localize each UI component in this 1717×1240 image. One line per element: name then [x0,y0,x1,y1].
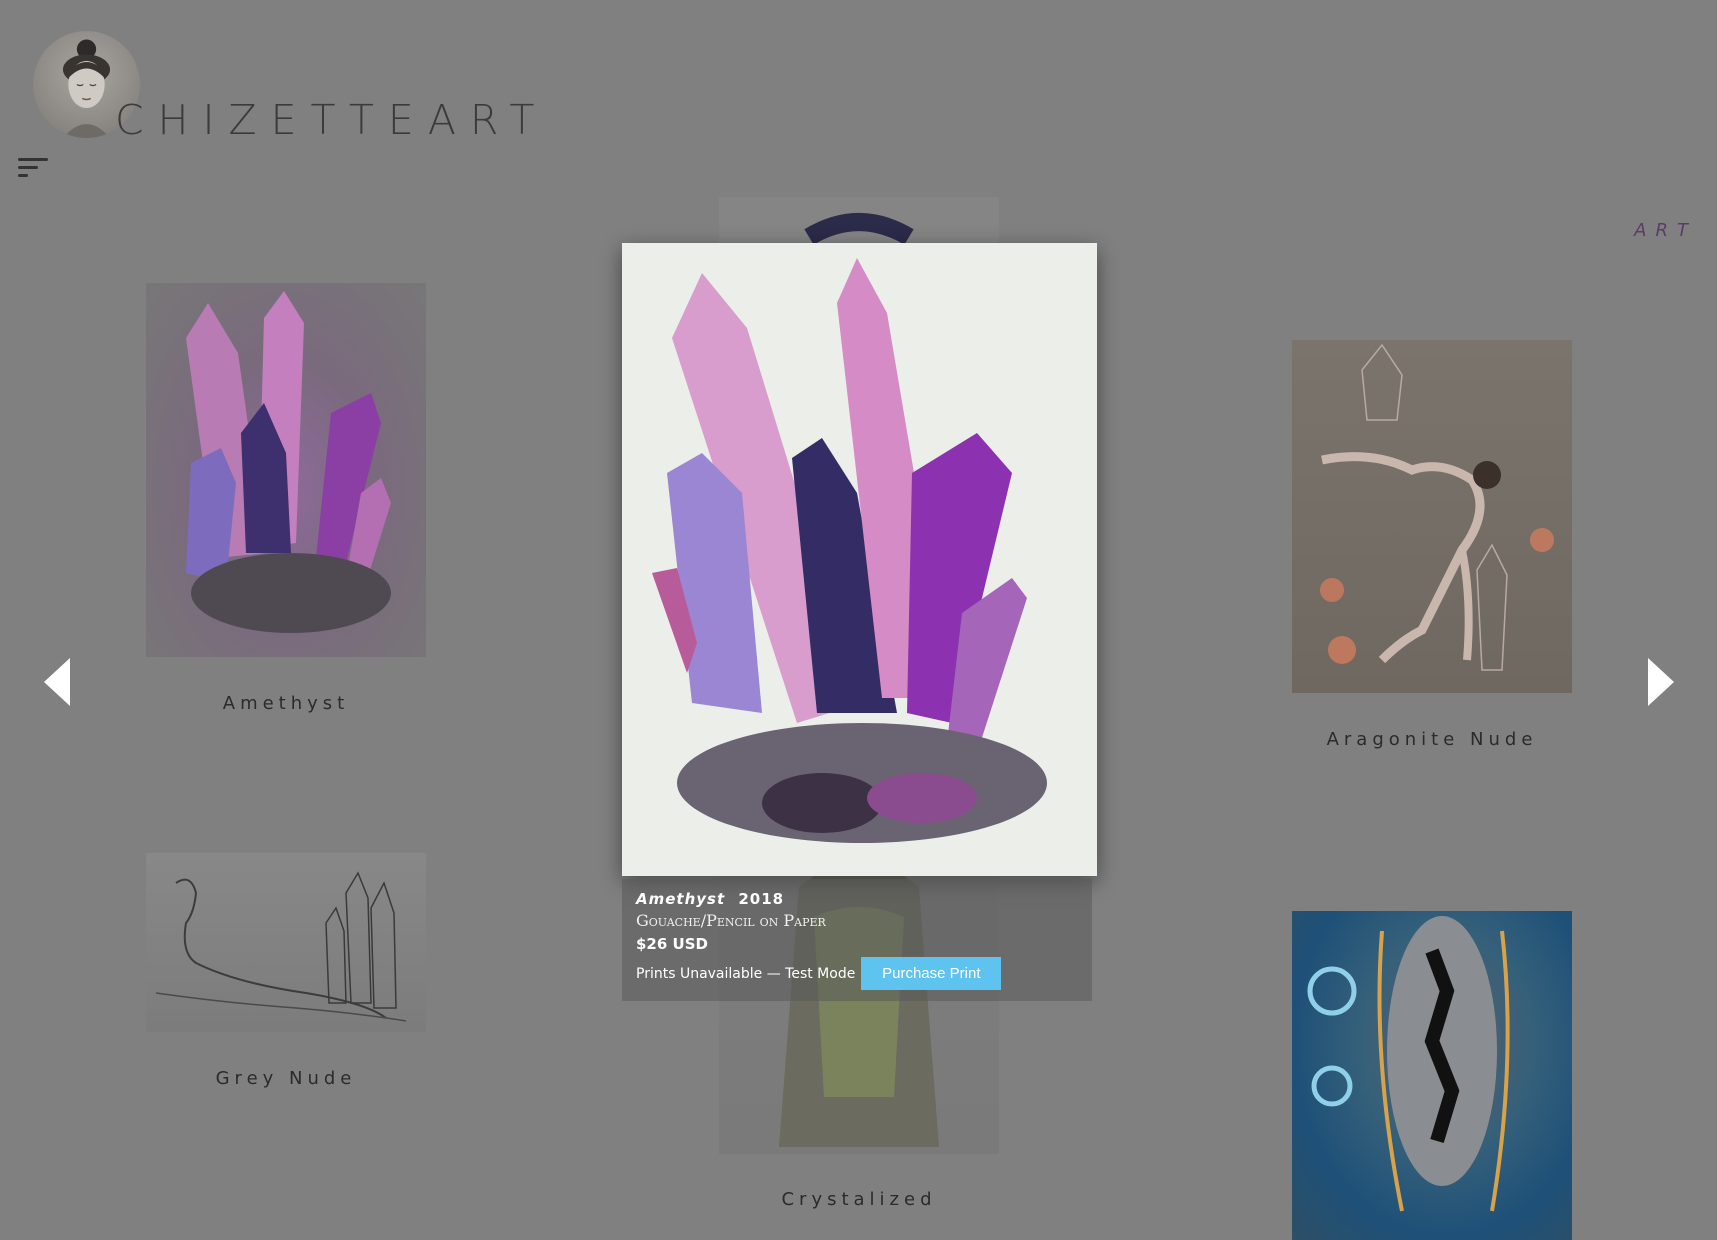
gallery-tile-aragonite-nude[interactable]: Aragonite Nude [1292,340,1572,760]
lightbox-caption: Amethyst 2018 Gouache/Pencil on Paper $2… [622,879,1092,1001]
grey-nude-thumbnail [146,853,426,1032]
site-logo[interactable]: CHIZETTEART [115,96,548,144]
purchase-row: Prints Unavailable — Test Mode Purchase … [636,957,1078,990]
tile-label: Crystalized [781,1189,937,1210]
availability-text: Prints Unavailable — Test Mode [636,965,856,982]
gallery-tile-geode[interactable] [1292,911,1572,1240]
tile-label: Amethyst [222,693,350,714]
amethyst-thumbnail [146,283,426,657]
nav-art-link[interactable]: ART [1634,220,1697,241]
gallery-tile-amethyst[interactable]: Amethyst [146,283,426,723]
artwork-price: $26 USD [636,935,708,953]
arrow-right-icon[interactable] [1648,658,1674,706]
tile-label: Grey Nude [215,1068,357,1089]
aragonite-nude-thumbnail [1292,340,1572,693]
artwork-year: 2018 [738,890,785,908]
arrow-left-icon[interactable] [44,658,70,706]
geode-thumbnail [1292,911,1572,1240]
artwork-title: Amethyst [636,890,726,908]
artwork-medium: Gouache/Pencil on Paper [636,911,826,930]
hamburger-menu-icon[interactable] [18,158,48,180]
lightbox-artwork[interactable] [622,243,1097,876]
caption-title-row: Amethyst 2018 [636,889,1078,909]
tile-label: Aragonite Nude [1326,729,1538,750]
gallery-tile-grey-nude[interactable]: Grey Nude [146,853,426,1093]
purchase-print-button[interactable]: Purchase Print [861,957,1002,990]
